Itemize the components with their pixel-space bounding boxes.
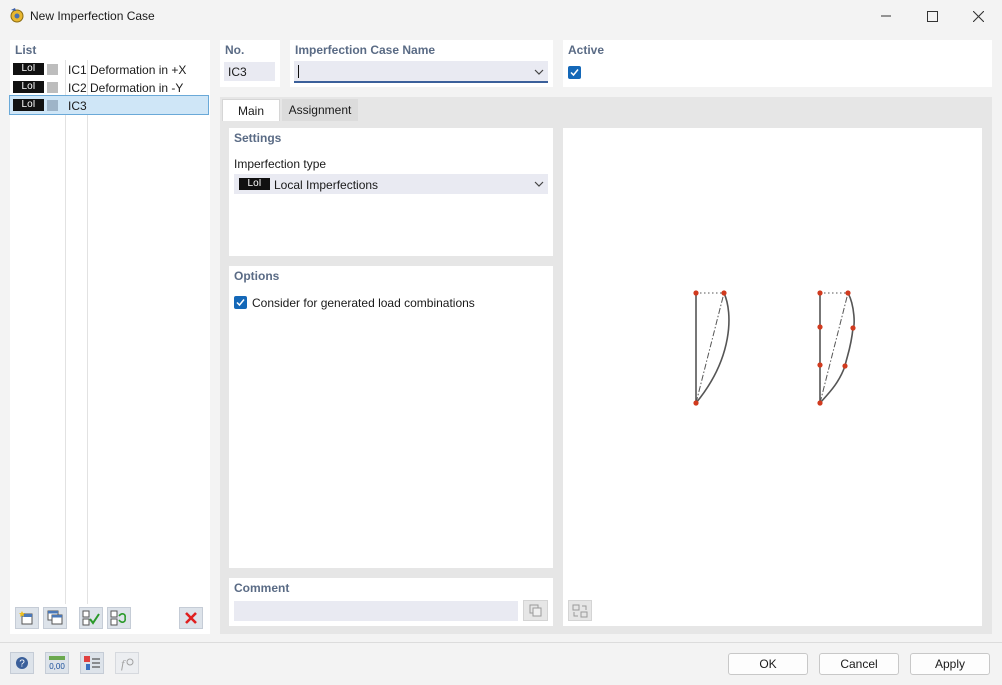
copy-item-button[interactable] (43, 607, 67, 629)
chevron-down-icon (534, 69, 544, 75)
comment-input[interactable] (234, 601, 518, 621)
color-swatch (47, 82, 58, 93)
imperfection-diagram (693, 290, 856, 406)
active-panel: Active (563, 40, 992, 87)
name-label: Imperfection Case Name (295, 43, 436, 57)
comment-panel: Comment (229, 578, 553, 626)
svg-text:?: ? (19, 659, 25, 670)
formula-button[interactable]: f (115, 652, 139, 674)
column-divider (65, 60, 66, 604)
display-icon (84, 656, 100, 670)
consider-combinations-label[interactable]: Consider for generated load combinations (252, 296, 475, 310)
list-item-code: IC1 (68, 63, 87, 77)
list-panel: List LoI IC1 Deformation in +X LoI IC2 D… (9, 40, 210, 634)
single-curvature-diagram (693, 290, 730, 406)
loi-badge: LoI (13, 81, 44, 93)
window-title: New Imperfection Case (30, 9, 155, 23)
ok-button[interactable]: OK (728, 653, 808, 675)
preview-panel (563, 128, 982, 626)
options-header: Options (234, 269, 280, 283)
tab-assignment[interactable]: Assignment (282, 99, 358, 121)
delete-item-button[interactable] (179, 607, 203, 629)
maximize-icon (926, 10, 938, 22)
display-properties-button[interactable] (80, 652, 104, 674)
close-icon (972, 10, 984, 22)
apply-button[interactable]: Apply (910, 653, 990, 675)
delete-icon (185, 612, 197, 624)
list-item-code: IC2 (68, 81, 87, 95)
check-all-icon (82, 610, 100, 626)
color-swatch (47, 100, 58, 111)
settings-header: Settings (234, 131, 282, 145)
cancel-button[interactable]: Cancel (819, 653, 899, 675)
copy-icon (47, 610, 63, 625)
number-field[interactable]: IC3 (224, 62, 275, 81)
minimize-button[interactable] (863, 0, 909, 32)
help-button[interactable]: ? (10, 652, 34, 674)
name-panel: Imperfection Case Name (290, 40, 553, 87)
check-all-button[interactable] (79, 607, 103, 629)
imperfection-type-label: Imperfection type (234, 157, 327, 171)
list-item-code: IC3 (68, 99, 87, 113)
swap-view-button[interactable] (568, 600, 592, 621)
comment-library-button[interactable] (523, 600, 548, 621)
app-icon (10, 8, 24, 23)
multi-node-curvature-diagram (817, 290, 856, 406)
close-button[interactable] (955, 0, 1001, 32)
svg-text:0,00: 0,00 (49, 662, 65, 671)
checkmark-icon (236, 299, 245, 307)
list-header: List (15, 43, 37, 57)
toggle-check-button[interactable] (107, 607, 131, 629)
active-label: Active (568, 43, 605, 57)
loi-badge: LoI (239, 178, 270, 190)
column-divider (87, 60, 88, 604)
units-icon: 0,00 (49, 656, 65, 671)
imperfection-type-select[interactable]: LoI Local Imperfections (234, 174, 548, 194)
loi-badge: LoI (13, 63, 44, 75)
number-label: No. (225, 43, 245, 57)
imperfection-type-value: Local Imperfections (274, 178, 379, 192)
units-button[interactable]: 0,00 (45, 652, 69, 674)
text-cursor (298, 65, 299, 78)
new-item-icon (19, 611, 33, 625)
comment-header: Comment (234, 581, 290, 595)
chevron-down-icon (534, 181, 544, 187)
copy-icon (529, 604, 541, 616)
svg-text:f: f (121, 657, 126, 671)
list-item[interactable]: LoI IC2 Deformation in -Y (10, 78, 208, 96)
list-item-description: Deformation in +X (90, 63, 187, 77)
name-combobox[interactable] (294, 61, 548, 83)
maximize-button[interactable] (909, 0, 955, 32)
footer-divider (0, 642, 1002, 643)
consider-combinations-checkbox[interactable] (234, 296, 247, 309)
tab-main[interactable]: Main (222, 99, 280, 121)
toggle-check-icon (110, 610, 126, 626)
checkmark-icon (570, 69, 579, 77)
loi-badge: LoI (13, 99, 44, 111)
list-item[interactable]: LoI IC1 Deformation in +X (10, 60, 208, 78)
color-swatch (47, 64, 58, 75)
options-panel: Options Consider for generated load comb… (229, 266, 553, 568)
list-item-selected[interactable]: LoI IC3 (9, 95, 209, 115)
help-icon: ? (16, 657, 28, 670)
list-item-description: Deformation in -Y (90, 81, 184, 95)
formula-icon: f (121, 657, 134, 671)
swap-icon (572, 604, 588, 617)
settings-panel: Settings Imperfection type LoI Local Imp… (229, 128, 553, 256)
minimize-icon (881, 15, 891, 17)
new-item-button[interactable] (15, 607, 39, 629)
number-panel: No. IC3 (220, 40, 280, 87)
active-checkbox[interactable] (568, 66, 581, 79)
